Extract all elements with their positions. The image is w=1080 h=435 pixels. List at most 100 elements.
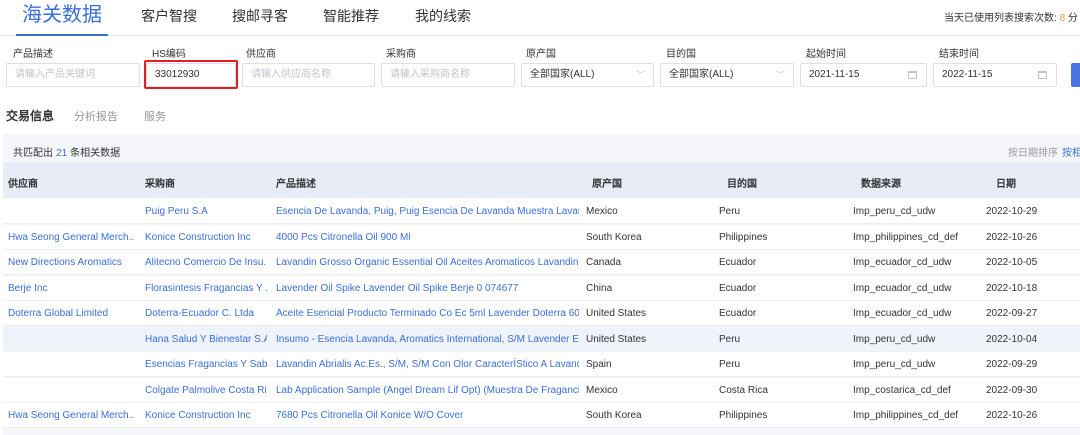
tab-customer-search[interactable]: 客户智搜	[141, 7, 197, 25]
cell-product-desc[interactable]: 4000 Pcs Citronella Oil 900 Ml	[276, 225, 579, 250]
search-button[interactable]	[1071, 63, 1080, 87]
cell-date: 2022-10-18	[986, 282, 1038, 294]
cell-destination: Ecuador	[719, 257, 757, 268]
cell-destination: Peru	[719, 333, 741, 345]
cell-origin: United States	[586, 308, 647, 319]
col-data-source: 数据来源	[861, 179, 901, 190]
tab-email-search[interactable]: 搜邮寻客	[232, 7, 288, 25]
table-row[interactable]: Hwa Seong General Merch... Konice Constru…	[3, 224, 1080, 250]
tab-smart-recommend[interactable]: 智能推荐	[323, 7, 379, 25]
result-count-suffix: 条相关数据	[70, 148, 121, 159]
usage-label: 当天已使用列表搜索次数:	[944, 13, 1057, 24]
cell-buyer[interactable]: Doterra-Ecuador C. Ltda	[145, 301, 267, 326]
col-destination: 目的国	[727, 179, 757, 190]
cell-buyer[interactable]: Florasintesis Fragancias Y ...	[145, 276, 267, 301]
sort-by-date[interactable]: 按日期排序	[1008, 148, 1058, 159]
cell-origin: South Korea	[586, 410, 642, 421]
cell-date: 2022-10-04	[986, 333, 1038, 345]
cell-supplier[interactable]: New Directions Aromatics	[8, 250, 134, 275]
table-row[interactable]: Berje Inc Florasintesis Fragancias Y ... L…	[3, 275, 1080, 301]
cell-date: 2022-09-27	[986, 308, 1038, 319]
cell-date: 2022-10-26	[986, 410, 1038, 421]
origin-select-value: 全部国家(ALL)	[530, 69, 595, 80]
tab-service[interactable]: 服务	[144, 108, 166, 124]
cell-buyer[interactable]: Konice Construction Inc	[145, 403, 267, 428]
cell-product-desc[interactable]: Esencia De Lavanda, Puig, Puig Esencia D…	[276, 199, 579, 224]
cell-product-desc[interactable]: Insumo - Esencia Lavanda, Aromatics Inte…	[276, 327, 579, 352]
cell-supplier[interactable]: Berje Inc	[8, 276, 134, 301]
cell-origin: Mexico	[586, 206, 618, 217]
tab-trade-info[interactable]: 交易信息	[6, 107, 54, 124]
buyer-label: 采购商	[386, 49, 416, 60]
cell-data-source: Imp_peru_cd_udw	[853, 206, 936, 217]
cell-buyer[interactable]: Hana Salud Y Bienestar S.A...	[145, 327, 267, 352]
cell-product-desc[interactable]: Lavandin Grosso Organic Essential Oil Ac…	[276, 250, 579, 275]
col-origin: 原产国	[592, 179, 622, 190]
table-row[interactable]: Esencias Fragancias Y Sab... Lavandin Abr…	[3, 352, 1080, 377]
sort-by-relevance[interactable]: 按相	[1062, 148, 1080, 159]
cell-data-source: Imp_ecuador_cd_udw	[853, 282, 952, 294]
result-count: 共匹配出 21 条相关数据	[13, 144, 120, 159]
end-date-picker[interactable]: 2022-11-15	[933, 63, 1057, 87]
cell-product-desc[interactable]: 7680 Pcs Citronella Oil Konice W/O Cover	[276, 403, 579, 428]
cell-buyer[interactable]: Esencias Fragancias Y Sab...	[145, 352, 267, 377]
cell-destination: Peru	[719, 359, 741, 370]
cell-date: 2022-10-29	[986, 206, 1038, 217]
destination-label: 目的国	[666, 49, 696, 60]
cell-product-desc[interactable]: Lavender Oil Spike Lavender Oil Spike Be…	[276, 276, 579, 301]
start-date-label: 起始时间	[806, 49, 846, 60]
hs-code-highlight	[144, 60, 238, 89]
cell-supplier[interactable]: Doterra Global Limited	[8, 301, 134, 326]
cell-origin: South Korea	[586, 231, 642, 243]
product-desc-input[interactable]: 请输入产品关键词	[6, 63, 140, 87]
usage-suffix: 分	[1067, 13, 1078, 24]
cell-supplier[interactable]: Hwa Seong General Merch...	[8, 225, 134, 250]
cell-buyer[interactable]: Alitecno Comercio De Insu...	[145, 250, 267, 275]
cell-data-source: Imp_philippines_cd_def	[853, 410, 959, 421]
chevron-down-icon: ﹀	[635, 70, 645, 80]
cell-product-desc[interactable]: Lavandin Abrialis Ac.Es., S/M, S/M Con O…	[276, 352, 579, 377]
cell-origin: China	[586, 282, 613, 294]
cell-product-desc[interactable]: Lab Application Sample (Angel Dream Lif …	[276, 378, 579, 403]
cell-buyer[interactable]: Puig Peru S.A	[145, 199, 267, 224]
buyer-input[interactable]: 请输入采购商名称	[381, 63, 515, 87]
table-row[interactable]: Puig Peru S.A Esencia De Lavanda, Puig, P…	[3, 199, 1080, 224]
supplier-label: 供应商	[246, 49, 276, 60]
cell-date: 2022-09-29	[986, 359, 1038, 370]
tab-my-leads[interactable]: 我的线索	[415, 7, 471, 25]
chevron-down-icon: ﹀	[775, 70, 785, 80]
table-row[interactable]: Hwa Seong General Merch... Konice Constru…	[3, 403, 1080, 428]
table-row[interactable]: Colgate Palmolive Costa Ri... Lab Applica…	[3, 377, 1080, 403]
cell-buyer[interactable]: Konice Construction Inc	[145, 225, 267, 250]
cell-data-source: Imp_ecuador_cd_udw	[853, 308, 952, 319]
origin-select[interactable]: 全部国家(ALL) ﹀	[521, 63, 654, 87]
destination-select[interactable]: 全部国家(ALL) ﹀	[660, 63, 794, 87]
top-nav: 海关数据 客户智搜 搜邮寻客 智能推荐 我的线索 当天已使用列表搜索次数: 8 …	[0, 0, 1080, 36]
end-date-value: 2022-11-15	[942, 69, 993, 80]
start-date-picker[interactable]: 2021-11-15	[800, 63, 927, 87]
supplier-input[interactable]: 请输入供应商名称	[242, 63, 375, 87]
cell-destination: Ecuador	[719, 308, 757, 319]
col-product-desc: 产品描述	[276, 179, 316, 190]
product-desc-label: 产品描述	[13, 49, 53, 60]
cell-data-source: Imp_peru_cd_udw	[853, 333, 936, 345]
table-row[interactable]: Doterra Global Limited Doterra-Ecuador C.…	[3, 301, 1080, 326]
tab-customs-data[interactable]: 海关数据	[16, 3, 108, 36]
cell-origin: Mexico	[586, 384, 618, 396]
cell-origin: Canada	[586, 257, 622, 268]
tab-analysis-report[interactable]: 分析报告	[74, 108, 118, 124]
col-date: 日期	[996, 179, 1016, 190]
cell-date: 2022-09-30	[986, 384, 1038, 396]
cell-data-source: Imp_peru_cd_udw	[853, 359, 936, 370]
cell-destination: Philippines	[719, 410, 768, 421]
cell-product-desc[interactable]: Aceite Esencial Producto Terminado Co Ec…	[276, 301, 579, 326]
end-date-label: 结束时间	[939, 49, 979, 60]
cell-buyer[interactable]: Colgate Palmolive Costa Ri...	[145, 378, 267, 403]
sort-controls: 按日期排序 按相	[1008, 144, 1080, 159]
cell-data-source: Imp_philippines_cd_def	[853, 231, 959, 243]
calendar-icon	[908, 71, 917, 79]
table-row[interactable]: New Directions Aromatics Alitecno Comerci…	[3, 250, 1080, 275]
table-row[interactable]: Hana Salud Y Bienestar S.A... Insumo - Es…	[3, 326, 1080, 352]
cell-date: 2022-10-26	[986, 231, 1038, 243]
cell-supplier[interactable]: Hwa Seong General Merch...	[8, 403, 134, 428]
